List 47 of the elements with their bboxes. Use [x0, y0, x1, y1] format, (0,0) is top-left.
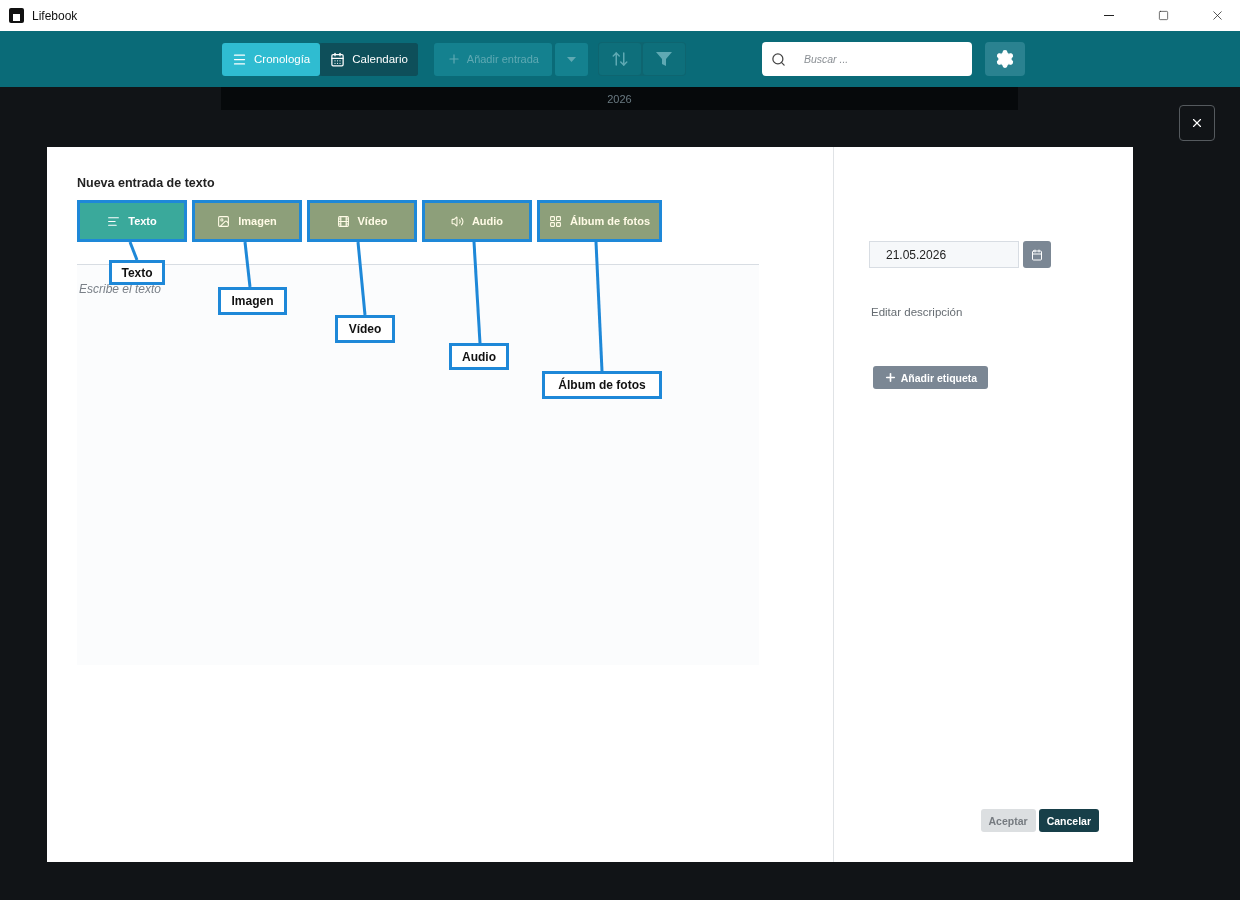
calendar-icon	[330, 51, 346, 67]
callout-label: Imagen	[218, 287, 287, 315]
leader-line	[243, 241, 252, 288]
settings-button[interactable]	[984, 42, 1025, 76]
menu-icon	[232, 51, 247, 67]
close-icon	[1190, 116, 1204, 130]
callout-label: Vídeo	[335, 315, 395, 343]
filter-button[interactable]	[642, 43, 685, 75]
close-button[interactable]	[1179, 105, 1215, 141]
minimize-icon	[1104, 15, 1114, 16]
view-tab[interactable]: Calendario	[320, 42, 418, 76]
sort-icon	[610, 50, 629, 68]
settings-icon	[994, 49, 1015, 69]
dropdown-button[interactable]	[554, 42, 588, 76]
filter-icon	[654, 50, 673, 68]
entry-type-tab[interactable]: Audio	[422, 200, 532, 242]
lines-icon	[107, 214, 121, 228]
window-title: Lifebook	[32, 8, 79, 23]
dialog-button[interactable]: Cancelar	[1038, 809, 1099, 832]
view-tab[interactable]: Cronología	[222, 42, 321, 76]
app-icon	[9, 8, 24, 23]
entry-type-tab[interactable]: Vídeo	[307, 200, 417, 242]
callout-label: Audio	[449, 343, 509, 370]
maximize-icon	[1157, 10, 1169, 21]
sort-button[interactable]	[598, 43, 641, 75]
add-tag-button[interactable]: Añadir etiqueta	[873, 366, 988, 389]
entry-type-tab[interactable]: Imagen	[192, 200, 302, 242]
leader-line	[128, 241, 139, 261]
image-icon	[217, 214, 231, 228]
speaker-icon	[450, 214, 464, 228]
dialog-title: Nueva entrada de texto	[77, 176, 216, 192]
plus-icon	[883, 371, 897, 384]
edit-description-link[interactable]: Editar descripción	[871, 306, 1133, 318]
entry-type-tab[interactable]: Texto	[77, 200, 187, 242]
caret-icon	[566, 56, 576, 62]
callout-label: Álbum de fotos	[542, 371, 662, 399]
date-field[interactable]: 21.05.2026	[869, 241, 1019, 268]
entry-type-tab[interactable]: Álbum de fotos	[537, 200, 662, 242]
calendar-button[interactable]	[1023, 241, 1051, 268]
grid-icon	[548, 214, 562, 228]
search-box[interactable]: Buscar ...	[761, 42, 972, 76]
search-icon	[770, 51, 786, 67]
year-header: 2026	[221, 87, 1018, 110]
film-icon	[336, 214, 350, 228]
plus-icon	[446, 52, 461, 66]
callout-label: Texto	[109, 260, 165, 285]
calendar-icon	[1031, 248, 1043, 261]
